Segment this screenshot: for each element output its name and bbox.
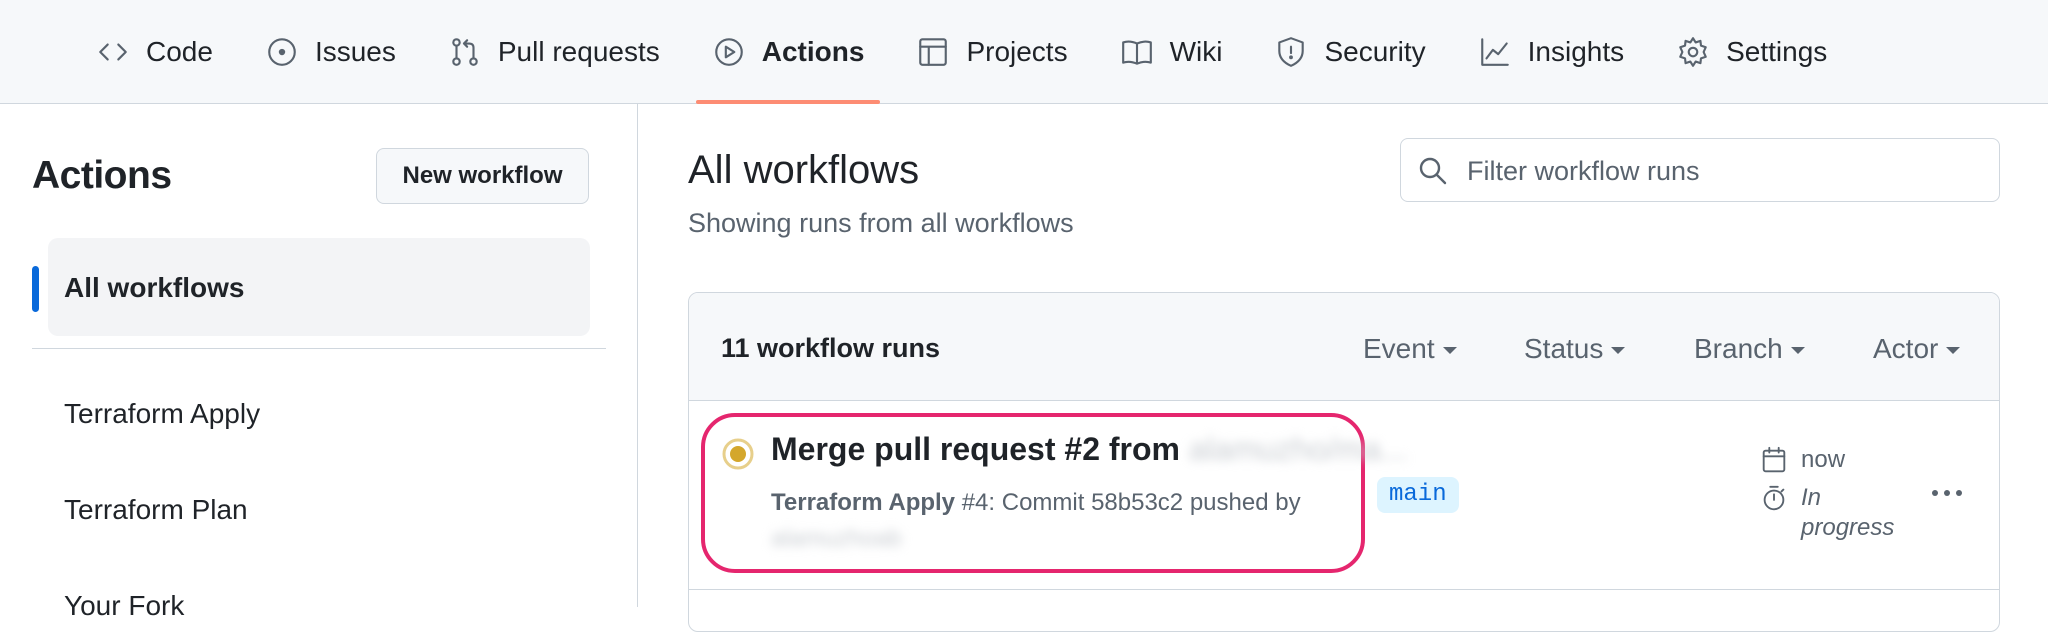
actor-filter-dropdown[interactable]: Actor	[1873, 333, 1961, 365]
redacted-actor: alamuzhoab	[771, 525, 902, 552]
selected-indicator	[32, 266, 39, 312]
tab-label: Projects	[966, 36, 1068, 67]
tab-label: Security	[1324, 36, 1426, 67]
run-options-kebab-icon[interactable]	[1923, 475, 1971, 511]
sidebar-divider	[32, 348, 606, 349]
tab-projects[interactable]: Projects	[900, 0, 1083, 104]
run-title-text: Merge pull request #2 from	[771, 431, 1180, 467]
page-title: All workflows	[688, 148, 920, 192]
caret-down-icon	[1790, 347, 1805, 355]
new-workflow-button[interactable]: New workflow	[376, 148, 589, 204]
filter-input[interactable]	[1465, 149, 1989, 193]
pull-request-icon	[452, 38, 478, 66]
calendar-icon	[1762, 446, 1786, 473]
caret-down-icon	[1442, 347, 1457, 355]
branch-badge[interactable]: main	[1377, 477, 1459, 513]
sidebar-title: Actions	[32, 154, 172, 197]
dropdown-label: Event	[1363, 333, 1435, 364]
run-title-link[interactable]: Merge pull request #2 from alamuzho/ma..…	[771, 431, 1408, 468]
search-icon	[1419, 157, 1447, 185]
tab-label: Actions	[761, 36, 865, 67]
dropdown-label: Actor	[1873, 333, 1939, 364]
tab-wiki[interactable]: Wiki	[1104, 0, 1239, 104]
redacted-source-branch: alamuzho/ma...	[1188, 431, 1408, 467]
runs-header: 11 workflow runs Event Status Branch Act…	[689, 293, 1999, 401]
workflow-runs-list: 11 workflow runs Event Status Branch Act…	[688, 292, 2000, 632]
filter-workflow-runs	[1400, 138, 2000, 202]
tab-code[interactable]: Code	[80, 0, 229, 104]
tab-label: Code	[146, 36, 213, 67]
dropdown-label: Branch	[1694, 333, 1783, 364]
book-icon	[1121, 40, 1152, 65]
page-subtitle: Showing runs from all workflows	[688, 208, 1074, 238]
shield-icon	[1278, 37, 1305, 67]
in-progress-status-icon	[722, 438, 754, 470]
run-timing: now In progress	[1759, 441, 1895, 543]
caret-down-icon	[1946, 347, 1961, 355]
graph-icon	[1480, 38, 1509, 66]
sidebar-item-terraform-plan[interactable]: Terraform Plan	[64, 494, 248, 526]
runs-count: 11 workflow runs	[721, 333, 941, 363]
actions-sidebar: Actions New workflow All workflows Terra…	[0, 104, 638, 621]
repo-nav: Code Issues Pull requests Actions Projec…	[0, 0, 2048, 104]
gear-icon	[1679, 37, 1707, 67]
run-duration: In progress	[1801, 484, 1895, 541]
tab-label: Issues	[314, 36, 396, 67]
tab-security[interactable]: Security	[1258, 0, 1441, 104]
play-icon	[714, 38, 743, 66]
sidebar-item-all-workflows[interactable]: All workflows	[32, 238, 590, 336]
sidebar-item-label: All workflows	[64, 272, 245, 303]
workflow-run-row[interactable]: Merge pull request #2 from alamuzho/ma..…	[689, 401, 1999, 590]
tab-label: Pull requests	[497, 36, 660, 67]
tab-settings[interactable]: Settings	[1660, 0, 1843, 104]
tab-actions[interactable]: Actions	[695, 0, 881, 104]
issue-icon	[268, 38, 296, 66]
run-workflow-name: Terraform Apply	[771, 489, 956, 516]
tab-issues[interactable]: Issues	[249, 0, 412, 104]
tab-label: Wiki	[1169, 36, 1223, 67]
sidebar-item-your-fork[interactable]: Your Fork	[64, 590, 184, 622]
dropdown-label: Status	[1524, 333, 1604, 364]
table-icon	[919, 38, 948, 66]
tab-label: Insights	[1527, 36, 1625, 67]
code-icon	[99, 43, 127, 61]
branch-filter-dropdown[interactable]: Branch	[1694, 333, 1805, 365]
run-commit-info: #4: Commit 58b53c2 pushed by	[955, 489, 1301, 516]
status-filter-dropdown[interactable]: Status	[1524, 333, 1626, 365]
event-filter-dropdown[interactable]: Event	[1363, 333, 1457, 365]
repo-tabs: Code Issues Pull requests Actions Projec…	[80, 0, 1863, 104]
stopwatch-icon	[1763, 485, 1785, 511]
tab-label: Settings	[1726, 36, 1828, 67]
caret-down-icon	[1611, 347, 1626, 355]
tab-pull-requests[interactable]: Pull requests	[432, 0, 676, 104]
tab-insights[interactable]: Insights	[1462, 0, 1641, 104]
sidebar-item-terraform-apply[interactable]: Terraform Apply	[64, 398, 260, 430]
run-time: now	[1801, 446, 1846, 473]
run-meta: Terraform Apply #4: Commit 58b53c2 pushe…	[771, 485, 1341, 557]
